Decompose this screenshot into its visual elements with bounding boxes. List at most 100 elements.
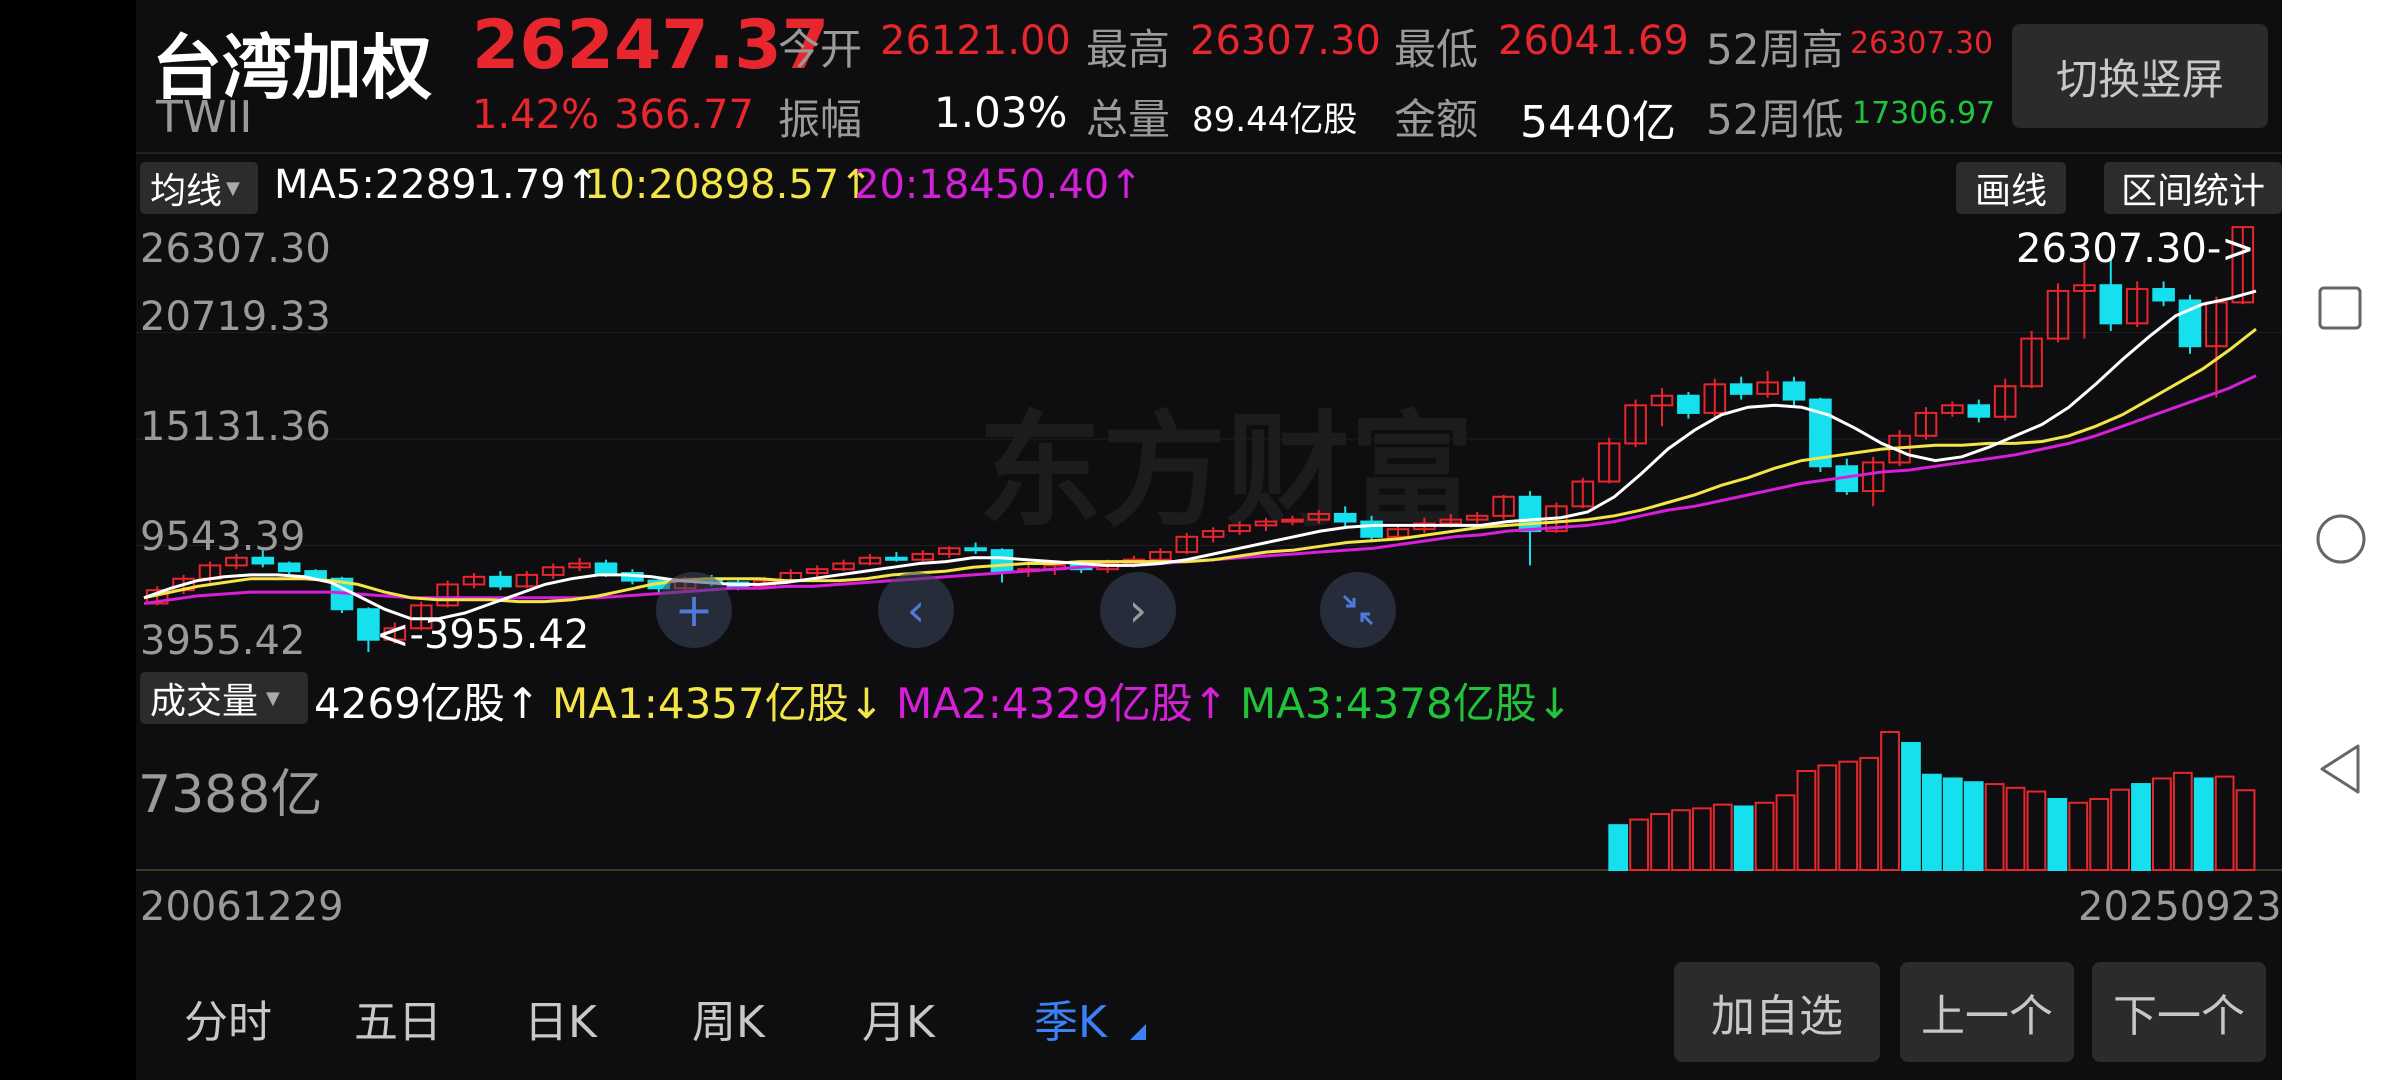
- candle: [489, 575, 512, 588]
- volume-bar: [1880, 731, 1900, 871]
- previous-button[interactable]: 上一个: [1900, 962, 2074, 1062]
- volume-bar: [2026, 790, 2047, 872]
- scroll-left-button[interactable]: ‹: [878, 572, 954, 648]
- tab-quarterly-k[interactable]: 季K: [1034, 986, 1107, 1050]
- price-chart[interactable]: [136, 222, 2282, 670]
- tab-daily-k[interactable]: 日K: [524, 986, 597, 1050]
- volume-label: 总量: [1086, 95, 1171, 144]
- volume-bar: [1712, 803, 1733, 871]
- scroll-right-button[interactable]: ›: [1100, 572, 1176, 648]
- volume-dropdown-label: 成交量: [150, 681, 259, 722]
- candle: [964, 547, 987, 552]
- app-root: 台湾加权 TWII 26247.37 1.42% 366.77 今开 26121…: [0, 0, 2400, 1080]
- collapse-button[interactable]: [1320, 572, 1396, 648]
- volume-bar: [1817, 764, 1838, 871]
- volume-current: 4269亿股↑: [314, 679, 541, 728]
- volume-bar: [1963, 781, 1984, 872]
- volume-bar: [2005, 786, 2026, 871]
- candle: [1360, 520, 1383, 538]
- ma20-value: 20:18450.40↑: [854, 162, 1143, 208]
- min-price-annotation: <-3955.42: [376, 612, 590, 658]
- volume-bar: [1671, 809, 1691, 871]
- ma20-line: [143, 374, 2257, 605]
- volume-bar: [1608, 824, 1629, 871]
- volume-bar: [2193, 777, 2214, 871]
- volume-dropdown[interactable]: 成交量 ▼: [140, 672, 308, 724]
- volume-bar: [1796, 770, 1817, 871]
- tab-weekly-k[interactable]: 周K: [692, 986, 765, 1050]
- volume-bar: [1629, 818, 1650, 871]
- volume-bar: [2235, 789, 2256, 871]
- compress-icon: [1342, 594, 1374, 626]
- amount-value: 5440亿: [1520, 97, 1676, 148]
- candle: [1729, 383, 1753, 395]
- price-axis-label: 20719.33: [140, 294, 331, 340]
- candle: [885, 556, 908, 561]
- quote-panel: 台湾加权 TWII 26247.37 1.42% 366.77 今开 26121…: [136, 0, 2282, 1080]
- ma-dropdown-label: 均线: [150, 171, 223, 212]
- volume-value: 89.44亿股: [1192, 100, 1358, 140]
- volume-ma1: MA1:4357亿股↓: [552, 679, 884, 728]
- next-button[interactable]: 下一个: [2092, 962, 2266, 1062]
- volume-bar: [2110, 788, 2130, 871]
- volume-bar: [2152, 777, 2172, 871]
- tab-monthly-k[interactable]: 月K: [862, 986, 935, 1050]
- price-axis-label: 15131.36: [140, 404, 331, 450]
- change-percent: 1.42%: [472, 92, 600, 138]
- high-label: 最高: [1086, 25, 1171, 74]
- volume-bar: [1942, 777, 1963, 871]
- volume-axis-max: 7388亿: [138, 765, 323, 825]
- tab-intraday[interactable]: 分时: [184, 986, 272, 1050]
- candle: [1281, 518, 1304, 523]
- candle: [594, 562, 618, 575]
- active-tab-corner-icon: [1130, 1024, 1146, 1040]
- volume-bar: [2047, 798, 2068, 871]
- back-icon[interactable]: [2316, 742, 2366, 796]
- volume-bar: [1733, 805, 1754, 871]
- plus-icon: +: [674, 583, 714, 637]
- volume-ma3: MA3:4378亿股↓: [1240, 679, 1572, 728]
- home-icon[interactable]: [2314, 512, 2368, 566]
- chevron-left-icon: ‹: [906, 583, 926, 637]
- volume-bar: [1775, 794, 1796, 871]
- volume-bar: [1859, 756, 1880, 871]
- candle: [1967, 404, 1991, 418]
- amplitude-value: 1.03%: [934, 88, 1068, 137]
- add-watchlist-button[interactable]: 加自选: [1674, 962, 1880, 1062]
- w52-low-value: 17306.97: [1852, 96, 1996, 131]
- switch-portrait-button[interactable]: 切换竖屏: [2012, 24, 2268, 128]
- w52-low-label: 52周低: [1706, 95, 1844, 144]
- tab-five-day[interactable]: 五日: [354, 986, 442, 1050]
- w52-high-value: 26307.30: [1850, 26, 1994, 61]
- range-stats-button[interactable]: 区间统计: [2104, 162, 2282, 214]
- price-axis-label: 9543.39: [140, 514, 306, 560]
- volume-bar: [2089, 798, 2110, 871]
- recents-icon[interactable]: [2316, 284, 2366, 334]
- candle: [990, 549, 1014, 573]
- candle: [1518, 495, 1542, 533]
- w52-high-label: 52周高: [1706, 25, 1844, 74]
- open-label: 今开: [778, 25, 863, 74]
- ma10-value: 10:20898.57↑: [584, 162, 873, 208]
- low-label: 最低: [1394, 25, 1479, 74]
- amount-label: 金额: [1394, 95, 1479, 144]
- volume-bar: [1691, 807, 1712, 872]
- ma-dropdown[interactable]: 均线 ▼: [140, 162, 258, 214]
- candle: [2099, 284, 2123, 325]
- volume-bar: [1754, 801, 1775, 871]
- change-amount: 366.77: [614, 92, 754, 138]
- ma5-value: MA5:22891.79↑: [274, 162, 600, 208]
- volume-bar: [2068, 801, 2089, 871]
- system-nav-bar: [2282, 0, 2400, 1080]
- candle: [2152, 288, 2175, 302]
- price-axis-label: 3955.42: [140, 618, 306, 664]
- end-date: 20250923: [2078, 884, 2282, 930]
- candle: [1782, 381, 1806, 401]
- zoom-in-button[interactable]: +: [656, 572, 732, 648]
- price-axis-label: 26307.30: [140, 226, 331, 272]
- index-code: TWII: [156, 92, 253, 143]
- draw-line-button[interactable]: 画线: [1956, 162, 2066, 214]
- volume-chart[interactable]: [136, 728, 2282, 880]
- candle: [1333, 512, 1357, 523]
- ma5-line: [143, 289, 2257, 621]
